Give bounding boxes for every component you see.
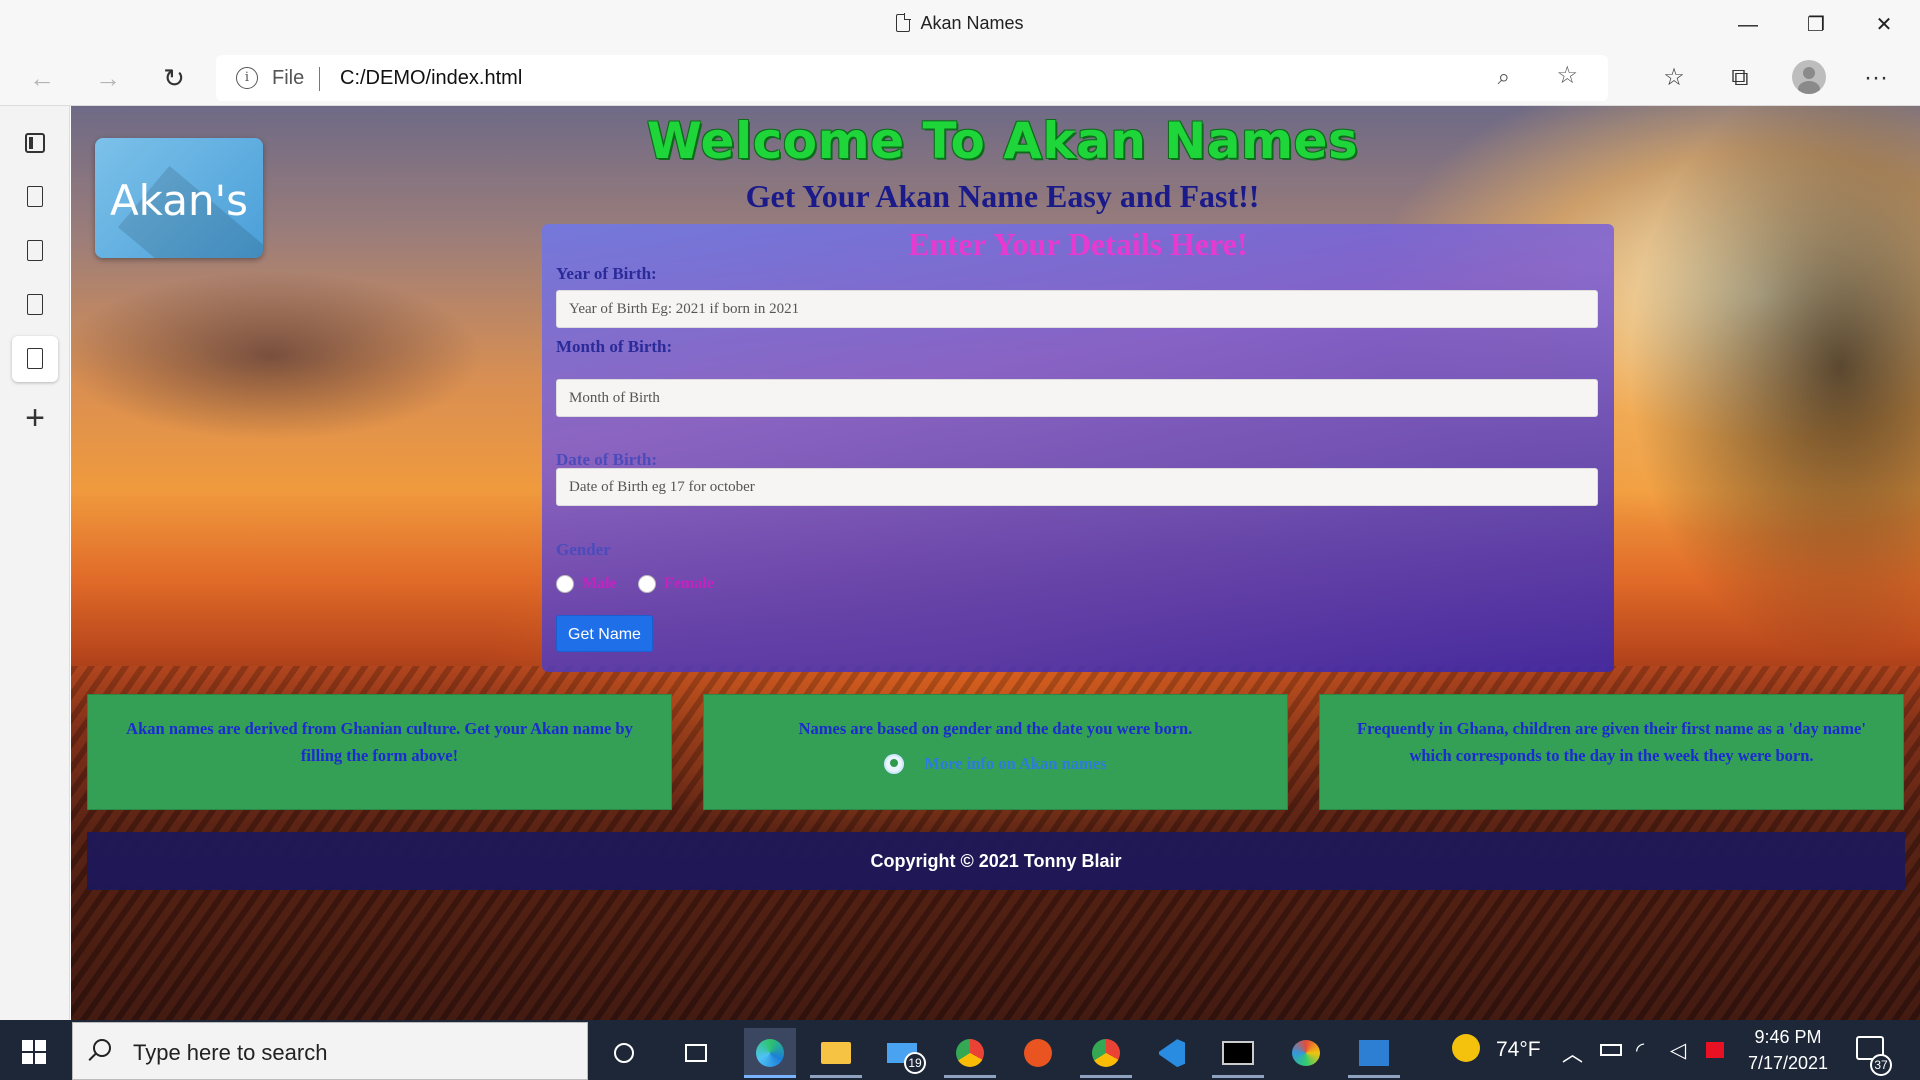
security-alert-icon[interactable] [1706,1042,1724,1058]
sidebar-tab-3[interactable] [12,282,58,328]
cortana-icon[interactable] [598,1028,650,1078]
info-card-text: Frequently in Ghana, children are given … [1357,719,1866,765]
mail-icon[interactable]: 19 [876,1028,928,1078]
info-card-2: Names are based on gender and the date y… [703,694,1288,810]
back-button[interactable]: ← [22,60,62,96]
page-subtitle: Get Your Akan Name Easy and Fast!! [745,178,1260,214]
get-name-button[interactable]: Get Name [556,615,653,652]
weather-temperature[interactable]: 74°F [1496,1038,1541,1062]
female-radio-label[interactable]: Female [664,575,714,593]
collections-icon[interactable]: ⧉ [1720,60,1760,96]
chrome-icon[interactable] [944,1028,996,1078]
clock-time: 9:46 PM [1754,1027,1822,1047]
chrome-profile-icon[interactable] [1080,1028,1132,1078]
wifi-icon[interactable]: ◜ [1636,1038,1644,1063]
taskbar-search[interactable]: Type here to search [72,1022,588,1080]
address-bar[interactable]: i File C:/DEMO/index.html ⌕ ☆ [216,55,1608,101]
zoom-out-icon[interactable]: ⌕ [1498,64,1510,90]
date-label: Date of Birth: [556,450,658,469]
more-info-link[interactable]: More info on Akan names [884,750,1107,777]
mail-badge: 19 [904,1052,926,1074]
sidebar-tab-2[interactable] [12,228,58,274]
page-icon [27,186,43,207]
info-card-3: Frequently in Ghana, children are given … [1319,694,1904,810]
background-clouds [71,226,591,486]
battery-icon[interactable] [1600,1044,1622,1056]
page-title: Welcome To Akan Names [646,112,1359,170]
profile-avatar[interactable] [1792,60,1826,94]
page-footer: Copyright © 2021 Tonny Blair [87,832,1905,890]
more-options-icon[interactable]: ··· [1856,60,1896,96]
site-info-icon[interactable]: i [236,67,258,89]
new-tab-button[interactable]: + [12,396,58,442]
sidebar-tab-active[interactable] [12,336,58,382]
date-input[interactable]: Date of Birth eg 17 for october [556,468,1598,506]
more-info-link-text[interactable]: More info on Akan names [924,750,1106,777]
address-separator [319,67,320,91]
info-card-text: Akan names are derived from Ghanian cult… [126,719,633,765]
terminal-icon[interactable] [1212,1028,1264,1078]
sidebar-tab-1[interactable] [12,174,58,220]
minimize-button[interactable]: — [1720,8,1776,42]
title-bar: Akan Names — ❐ ✕ [0,0,1920,50]
month-label: Month of Birth: [556,337,673,356]
url-text[interactable]: C:/DEMO/index.html [340,67,522,90]
file-scheme-label: File [272,67,305,89]
details-form: Enter Your Details Here! Year of Birth: … [542,224,1614,672]
volume-icon[interactable]: ◁ [1670,1038,1686,1063]
info-card-text: Names are based on gender and the date y… [798,719,1193,738]
info-card-1: Akan names are derived from Ghanian cult… [87,694,672,810]
globe-icon [884,753,905,774]
forward-button[interactable]: → [88,60,128,96]
tab-actions-icon[interactable] [12,120,58,166]
month-input[interactable]: Month of Birth [556,379,1598,417]
page-icon [27,240,43,261]
photos-icon[interactable] [1348,1028,1400,1078]
start-logo-pane [35,1053,46,1064]
page-viewport: Akan's Welcome To Akan Names Get Your Ak… [71,106,1920,1020]
windows-start-icon[interactable] [22,1040,46,1064]
male-radio-label[interactable]: Male [582,575,617,593]
logo-text: Akan's [109,176,249,225]
close-window-button[interactable]: ✕ [1856,8,1912,42]
panel-icon [25,133,45,153]
male-radio[interactable] [556,575,574,593]
search-icon [93,1039,111,1057]
search-placeholder: Type here to search [133,1040,328,1065]
restore-button[interactable]: ❐ [1788,8,1844,42]
notification-badge: 37 [1870,1054,1892,1076]
system-clock[interactable]: 9:46 PM 7/17/2021 [1746,1024,1830,1076]
paint-icon[interactable] [1280,1028,1332,1078]
female-radio[interactable] [638,575,656,593]
file-explorer-icon[interactable] [810,1028,862,1078]
tab-title-text: Akan Names [920,13,1024,33]
gender-label: Gender [556,540,611,559]
taskbar: Type here to search 19 74°F ︿ ◜ ◁ 9:46 P… [0,1020,1920,1080]
clock-date: 7/17/2021 [1747,1053,1829,1073]
start-logo-pane [35,1040,46,1051]
start-logo-pane [22,1053,33,1064]
form-heading: Enter Your Details Here! [908,226,1248,262]
page-icon [896,13,912,32]
year-label: Year of Birth: [556,264,657,283]
ubuntu-icon[interactable] [1012,1028,1064,1078]
page-icon [27,348,43,369]
favorites-icon[interactable]: ☆ [1654,60,1694,96]
show-hidden-icons-icon[interactable]: ︿ [1562,1038,1583,1068]
page-icon [27,294,43,315]
year-input[interactable]: Year of Birth Eg: 2021 if born in 2021 [556,290,1598,328]
add-favorite-icon[interactable]: ☆ [1556,61,1578,90]
edge-icon[interactable] [744,1028,796,1078]
vertical-tabs-sidebar: + [0,106,70,1020]
vscode-icon[interactable] [1146,1028,1198,1078]
reload-button[interactable]: ↻ [154,60,194,96]
start-logo-pane [22,1040,33,1051]
browser-toolbar: ← → ↻ i File C:/DEMO/index.html ⌕ ☆ ☆ ⧉ … [0,50,1920,106]
weather-sun-icon[interactable] [1452,1034,1480,1062]
tab-title[interactable]: Akan Names [0,13,1920,34]
task-view-icon[interactable] [670,1028,722,1078]
